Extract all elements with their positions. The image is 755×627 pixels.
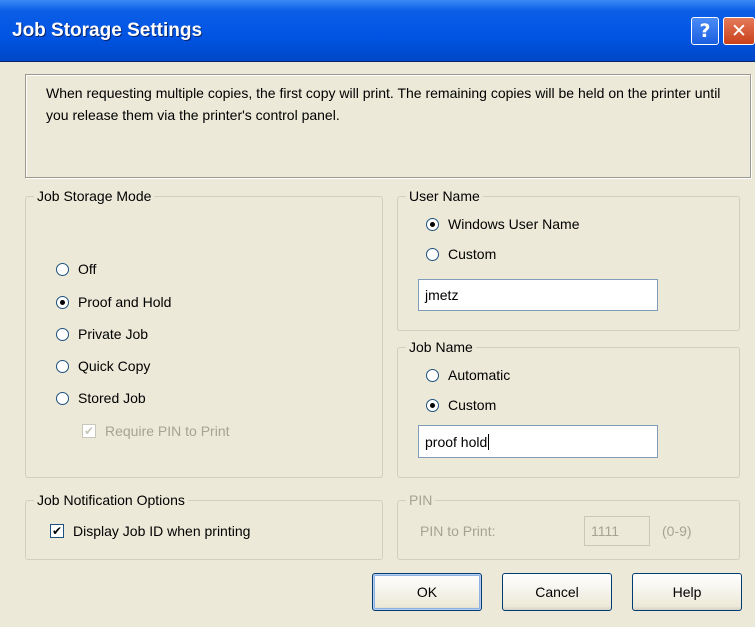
- job-name-option-automatic[interactable]: Automatic: [426, 367, 510, 383]
- storage-option-label: Private Job: [78, 326, 149, 342]
- job-notification-legend: Job Notification Options: [34, 492, 188, 508]
- storage-option-private-job[interactable]: Private Job: [56, 326, 148, 342]
- job-name-group: Job Name Automatic Custom proof hold: [397, 339, 740, 478]
- user-name-option-windows[interactable]: Windows User Name: [426, 216, 579, 232]
- job-name-input[interactable]: proof hold: [418, 425, 658, 458]
- user-name-option-custom[interactable]: Custom: [426, 246, 496, 262]
- storage-option-label: Stored Job: [78, 390, 146, 406]
- pin-group: PIN PIN to Print: 1111 (0-9): [397, 492, 740, 560]
- radio-custom-user-name[interactable]: [426, 247, 439, 261]
- dialog-title: Job Storage Settings: [12, 20, 203, 41]
- user-name-option-label: Windows User Name: [448, 216, 580, 232]
- storage-option-label: Proof and Hold: [78, 294, 172, 310]
- text-caret: [488, 433, 490, 450]
- title-bar[interactable]: Job Storage Settings ? ✕: [0, 0, 755, 62]
- job-storage-settings-dialog: Job Storage Settings ? ✕ When requesting…: [0, 0, 755, 627]
- radio-quick-copy[interactable]: [56, 359, 69, 373]
- job-storage-mode-legend: Job Storage Mode: [34, 188, 155, 204]
- pin-input: 1111: [584, 516, 650, 546]
- user-name-legend: User Name: [406, 188, 483, 204]
- cancel-button[interactable]: Cancel: [502, 573, 612, 611]
- job-name-input-value: proof hold: [425, 433, 488, 450]
- radio-automatic-job-name[interactable]: [426, 368, 439, 382]
- display-job-id-label: Display Job ID when printing: [73, 523, 251, 539]
- radio-private-job[interactable]: [56, 327, 69, 341]
- job-name-legend: Job Name: [406, 339, 476, 355]
- radio-windows-user-name[interactable]: [426, 217, 439, 231]
- info-message-box: When requesting multiple copies, the fir…: [25, 74, 751, 178]
- job-storage-mode-group: Job Storage Mode Off Proof and Hold Priv…: [25, 188, 383, 478]
- storage-option-label: Quick Copy: [78, 358, 151, 374]
- job-notification-group: Job Notification Options ✔ Display Job I…: [25, 492, 383, 560]
- ok-button[interactable]: OK: [372, 573, 482, 611]
- storage-option-proof-and-hold[interactable]: Proof and Hold: [56, 294, 171, 310]
- user-name-group: User Name Windows User Name Custom jmetz: [397, 188, 740, 331]
- user-name-input[interactable]: jmetz: [418, 279, 658, 311]
- storage-option-label: Off: [78, 261, 97, 277]
- require-pin-checkbox: ✔: [82, 424, 96, 438]
- pin-label-row: PIN to Print:: [420, 523, 495, 539]
- pin-range-row: (0-9): [662, 523, 692, 539]
- help-icon[interactable]: ?: [691, 17, 719, 45]
- help-button[interactable]: Help: [632, 573, 742, 611]
- require-pin-label: Require PIN to Print: [105, 423, 230, 439]
- display-job-id-row[interactable]: ✔ Display Job ID when printing: [50, 523, 250, 539]
- job-name-option-label: Automatic: [448, 367, 511, 383]
- require-pin-checkbox-row: ✔ Require PIN to Print: [82, 423, 230, 439]
- user-name-option-label: Custom: [448, 246, 497, 262]
- storage-option-stored-job[interactable]: Stored Job: [56, 390, 146, 406]
- storage-option-quick-copy[interactable]: Quick Copy: [56, 358, 150, 374]
- pin-range-hint: (0-9): [662, 523, 692, 539]
- radio-stored-job[interactable]: [56, 391, 69, 405]
- pin-to-print-label: PIN to Print:: [420, 523, 496, 539]
- pin-legend: PIN: [406, 492, 436, 508]
- radio-off[interactable]: [56, 262, 69, 276]
- storage-option-off[interactable]: Off: [56, 261, 96, 277]
- job-name-option-custom[interactable]: Custom: [426, 397, 496, 413]
- info-message-text: When requesting multiple copies, the fir…: [46, 85, 721, 123]
- radio-proof-and-hold[interactable]: [56, 295, 69, 309]
- job-name-option-label: Custom: [448, 397, 497, 413]
- display-job-id-checkbox[interactable]: ✔: [50, 524, 64, 538]
- radio-custom-job-name[interactable]: [426, 398, 439, 412]
- close-icon[interactable]: ✕: [723, 17, 755, 45]
